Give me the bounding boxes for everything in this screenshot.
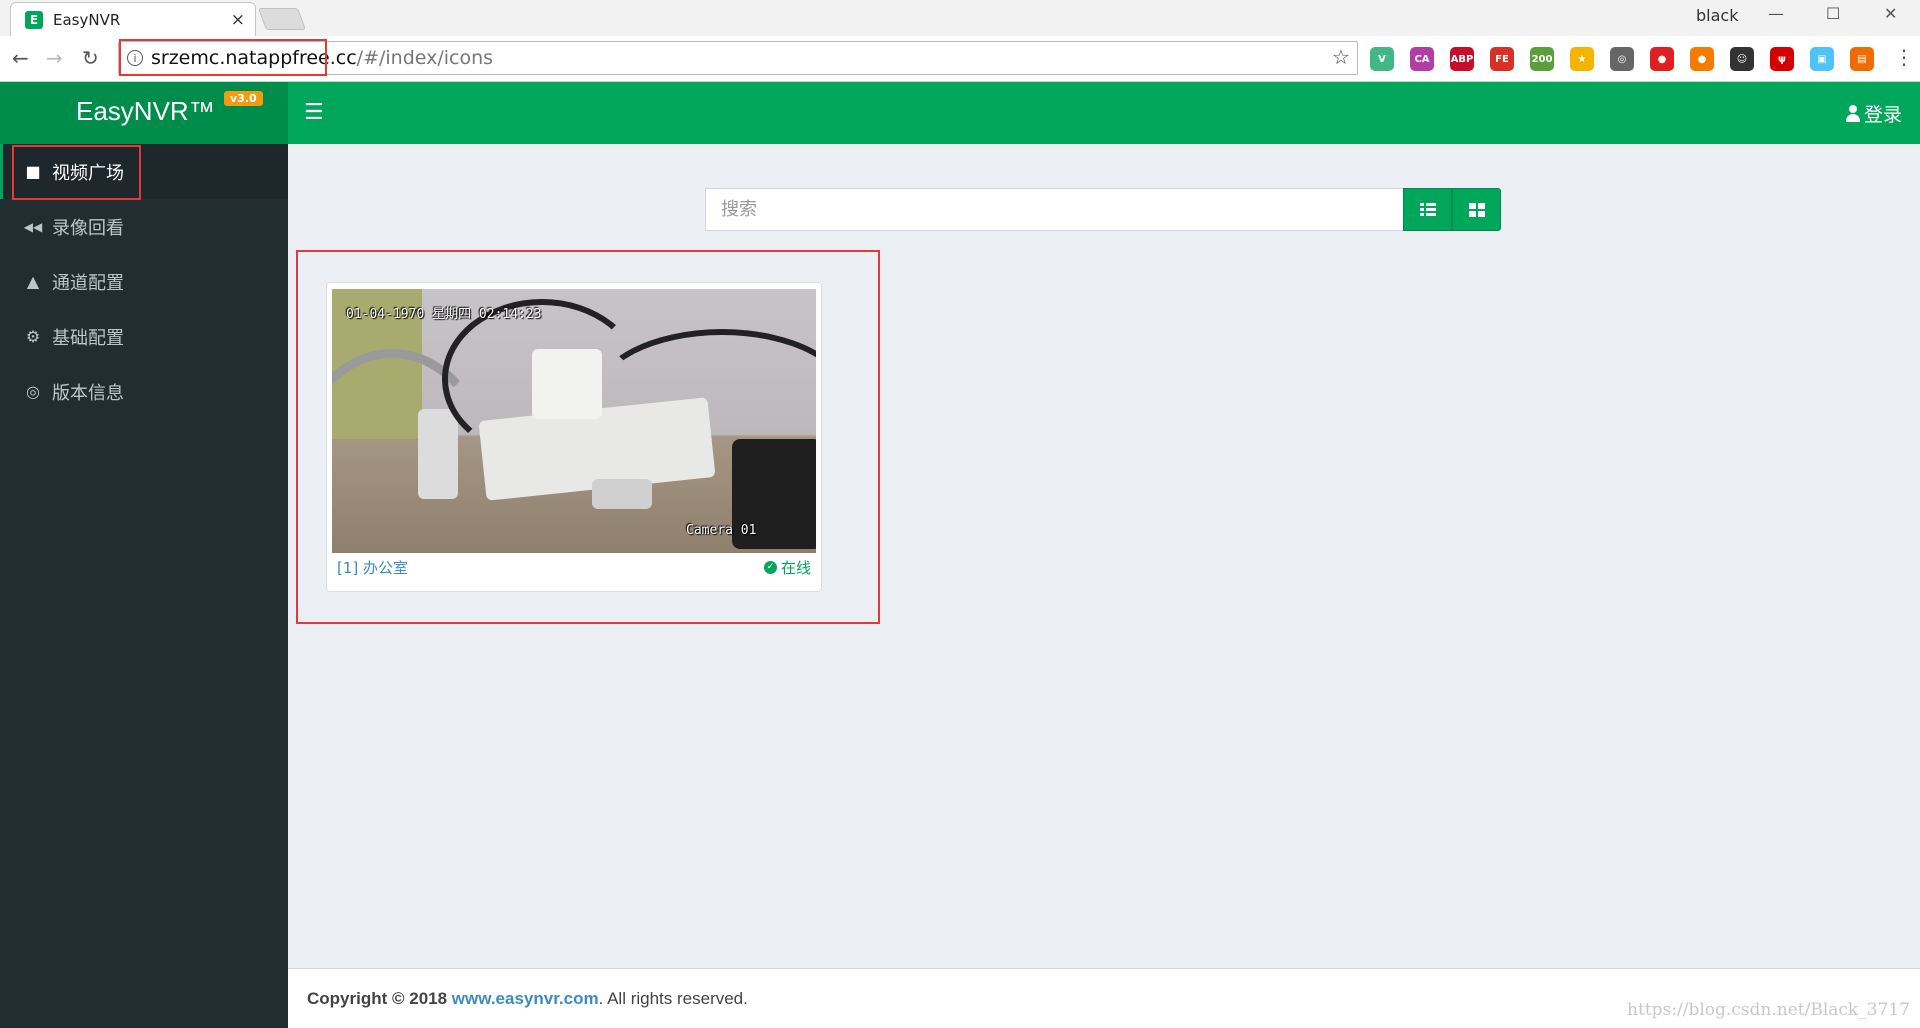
sidebar-item-playback[interactable]: ◀◀ 录像回看 — [0, 199, 288, 254]
extension-icon[interactable]: ◎ — [1610, 47, 1634, 71]
sidebar-item-basic-config[interactable]: ⚙ 基础配置 — [0, 309, 288, 364]
url-input[interactable]: i srzemc.natappfree.cc/#/index/icons — [118, 41, 1358, 75]
snapshot-adapter — [418, 409, 458, 499]
grid-view-button[interactable] — [1452, 188, 1501, 231]
extension-icon[interactable]: ψ — [1770, 47, 1794, 71]
close-window-icon[interactable]: ✕ — [1884, 4, 1897, 23]
video-camera-icon: ■ — [25, 162, 41, 181]
extension-icon[interactable]: ● — [1690, 47, 1714, 71]
version-badge: v3.0 — [224, 91, 263, 106]
info-icon[interactable]: i — [127, 50, 143, 66]
forward-arrow-icon[interactable]: → — [46, 46, 63, 70]
osd-timestamp: 01-04-1970 星期四 02:14:23 — [346, 307, 542, 322]
extension-icon[interactable]: ABP — [1450, 47, 1474, 71]
extension-toolbar: V CA ABP FE 200 ★ ◎ ● ● ☺ ψ ▣ ▤ — [1370, 47, 1874, 71]
minimize-icon[interactable]: — — [1768, 4, 1784, 23]
profile-name[interactable]: black — [1696, 6, 1738, 25]
grid-icon — [1468, 202, 1485, 217]
road-icon: ▲ — [26, 272, 40, 291]
extension-icon[interactable]: CA — [1410, 47, 1434, 71]
sidebar-item-video-square[interactable]: ■ 视频广场 — [0, 144, 288, 199]
browser-tab-bar: E EasyNVR × black — ☐ ✕ — [0, 0, 1920, 36]
extension-icon[interactable]: ▤ — [1850, 47, 1874, 71]
maximize-icon[interactable]: ☐ — [1826, 4, 1840, 23]
extension-icon[interactable]: FE — [1490, 47, 1514, 71]
extension-icon[interactable]: ☺ — [1730, 47, 1754, 71]
snapshot-plug — [592, 479, 652, 509]
back-arrow-icon[interactable]: ← — [12, 46, 29, 70]
camera-card-footer: [1] 办公室 ✓ 在线 — [332, 553, 816, 581]
sidebar-item-label: 基础配置 — [52, 327, 124, 349]
address-bar: ← → ↻ i srzemc.natappfree.cc/#/index/ico… — [0, 36, 1920, 82]
browser-tab[interactable]: E EasyNVR × — [10, 2, 256, 36]
browser-menu-icon[interactable]: ⋮ — [1894, 45, 1914, 69]
url-path: /#/index/icons — [356, 47, 494, 69]
app-header: EasyNVR™ v3.0 ☰ 登录 — [0, 82, 1920, 144]
app-logo: EasyNVR™ — [76, 96, 215, 126]
reload-icon[interactable]: ↻ — [82, 46, 99, 70]
sidebar-item-channel-config[interactable]: ▲ 通道配置 — [0, 254, 288, 309]
easynvr-link[interactable]: www.easynvr.com — [452, 989, 599, 1009]
url-host: srzemc.natappfree.cc — [151, 47, 357, 69]
extension-icon[interactable]: ● — [1650, 47, 1674, 71]
bookmark-star-icon[interactable]: ☆ — [1332, 45, 1350, 69]
sidebar-item-version-info[interactable]: ◎ 版本信息 — [0, 364, 288, 419]
search-bar — [705, 188, 1501, 231]
life-ring-icon: ◎ — [26, 382, 40, 401]
osd-camera-label: Camera 01 — [686, 523, 757, 538]
extension-icon[interactable]: ★ — [1570, 47, 1594, 71]
login-label: 登录 — [1863, 104, 1902, 126]
login-button[interactable]: 登录 — [1845, 100, 1902, 127]
camera-name[interactable]: [1] 办公室 — [337, 557, 408, 578]
list-view-button[interactable] — [1403, 188, 1452, 231]
sidebar-item-label: 录像回看 — [52, 217, 124, 239]
sidebar-item-label: 视频广场 — [52, 162, 124, 184]
new-tab-button[interactable] — [257, 8, 307, 30]
camera-status-label: 在线 — [780, 558, 811, 577]
camera-status: ✓ 在线 — [763, 557, 811, 578]
user-icon — [1845, 104, 1860, 123]
camera-snapshot[interactable]: 01-04-1970 星期四 02:14:23 Camera 01 — [332, 289, 816, 553]
main-content: 01-04-1970 星期四 02:14:23 Camera 01 [1] 办公… — [288, 144, 1920, 968]
logo-area[interactable]: EasyNVR™ v3.0 — [0, 82, 288, 144]
list-icon — [1419, 203, 1436, 216]
sidebar-item-label: 通道配置 — [52, 272, 124, 294]
tab-close-icon[interactable]: × — [231, 10, 245, 30]
camera-card[interactable]: 01-04-1970 星期四 02:14:23 Camera 01 [1] 办公… — [326, 282, 822, 592]
tab-title: EasyNVR — [53, 10, 121, 29]
hamburger-menu-icon[interactable]: ☰ — [304, 100, 324, 125]
extension-icon[interactable]: 200 — [1530, 47, 1554, 71]
sidebar-item-label: 版本信息 — [52, 382, 124, 404]
copyright-text: Copyright © 2018 — [307, 988, 448, 1008]
sidebar: ■ 视频广场 ◀◀ 录像回看 ▲ 通道配置 ⚙ 基础配置 ◎ 版本信息 — [0, 144, 288, 1028]
cogs-icon: ⚙ — [25, 327, 41, 346]
extension-icon[interactable]: ▣ — [1810, 47, 1834, 71]
search-input[interactable] — [705, 188, 1403, 231]
check-circle-icon: ✓ — [763, 560, 777, 574]
blog-watermark: https://blog.csdn.net/Black_3717 — [1627, 1000, 1910, 1020]
backward-icon: ◀◀ — [23, 219, 43, 234]
rights-text: . All rights reserved. — [598, 988, 748, 1008]
easynvr-favicon-icon: E — [25, 10, 43, 29]
extension-icon[interactable]: V — [1370, 47, 1394, 71]
